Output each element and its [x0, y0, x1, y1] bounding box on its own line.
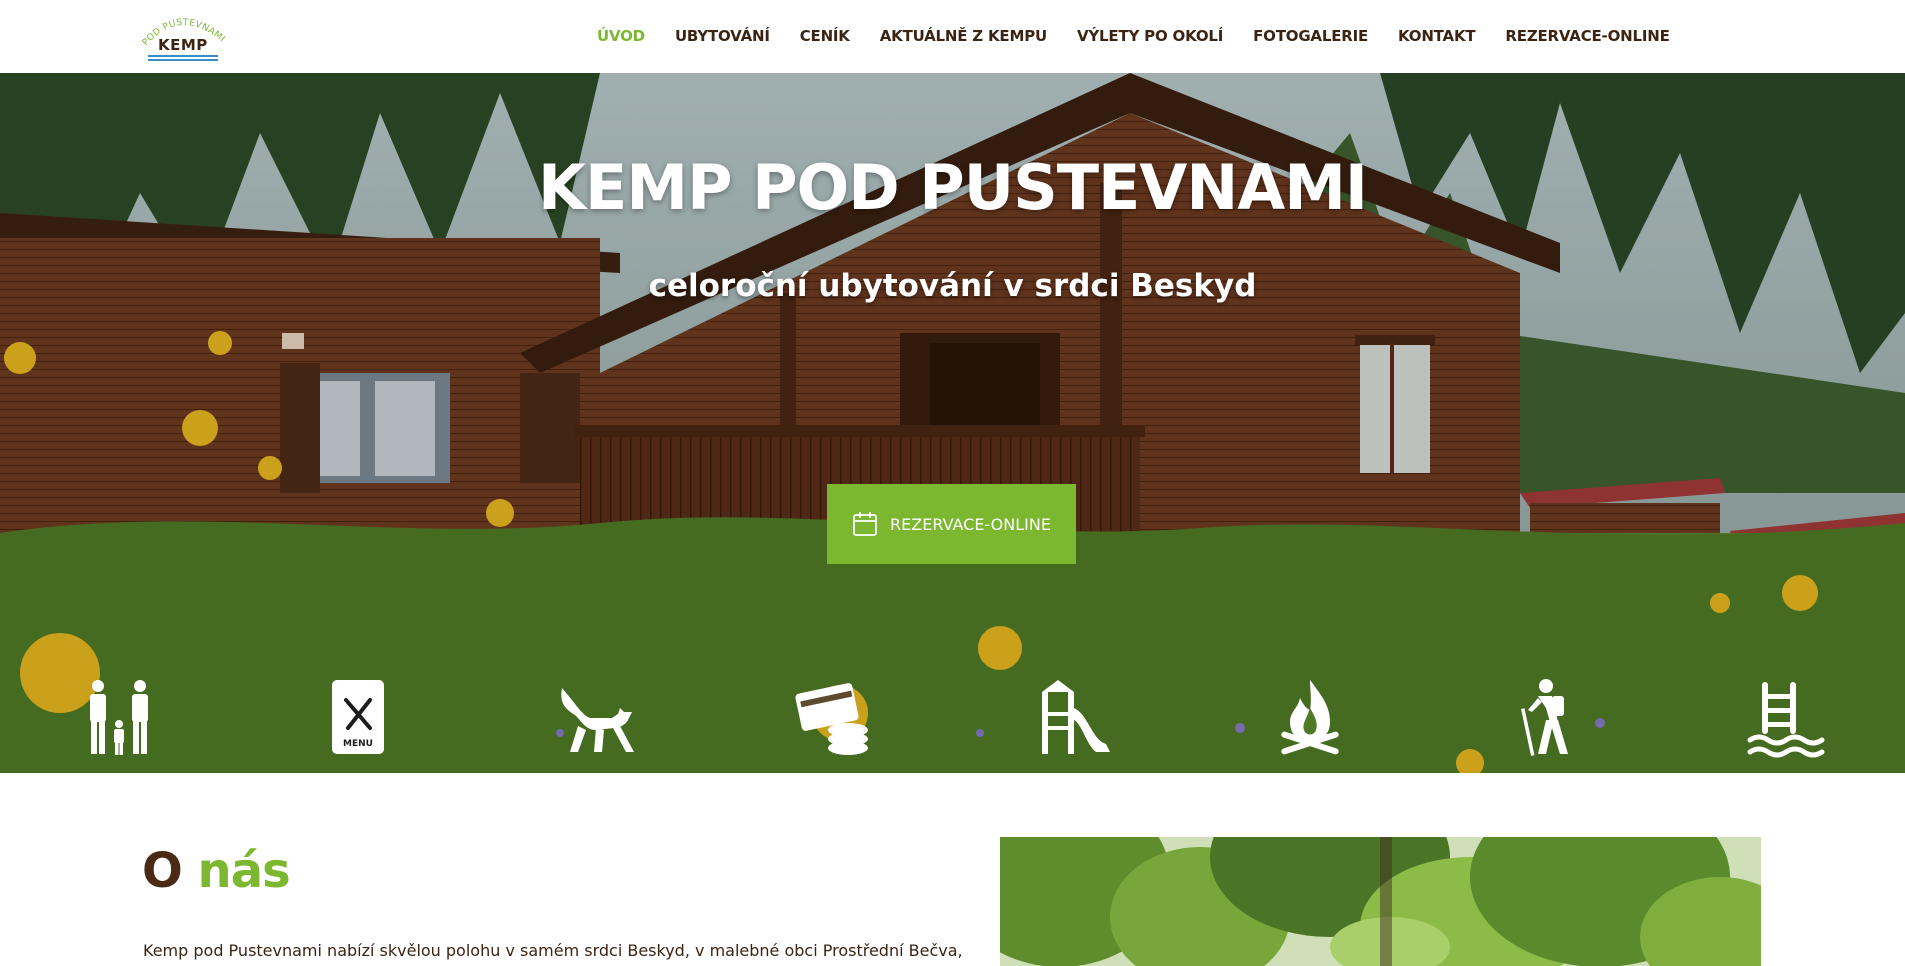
main-nav: ÚVOD UBYTOVÁNÍ CENÍK AKTUÁLNĚ Z KEMPU VÝ…	[597, 27, 1670, 49]
logo-underline	[148, 59, 218, 61]
swimming-pool-icon	[1747, 682, 1825, 758]
reservation-button-label: REZERVACE-ONLINE	[890, 514, 1051, 534]
about-heading-second: nás	[197, 843, 291, 899]
site-logo[interactable]: POD PUSTEVNAMI KEMP	[140, 12, 226, 64]
nav-item-aktualne[interactable]: AKTUÁLNĚ Z KEMPU	[880, 27, 1047, 49]
calendar-icon	[853, 512, 877, 536]
site-header: POD PUSTEVNAMI KEMP ÚVOD UBYTOVÁNÍ CENÍK…	[0, 0, 1905, 73]
nav-item-vylety[interactable]: VÝLETY PO OKOLÍ	[1077, 27, 1223, 49]
pets-cat-icon	[561, 688, 634, 752]
about-heading: O nás	[142, 843, 291, 899]
nav-item-cenik[interactable]: CENÍK	[800, 27, 850, 49]
restaurant-menu-icon: MENU	[332, 680, 384, 754]
hero-subtitle: celoroční ubytování v srdci Beskyd	[648, 268, 1257, 304]
svg-text:MENU: MENU	[343, 739, 373, 749]
about-forest-image	[1000, 837, 1761, 966]
nav-item-ubytovani[interactable]: UBYTOVÁNÍ	[675, 27, 770, 49]
nav-item-rezervace[interactable]: REZERVACE-ONLINE	[1505, 27, 1669, 49]
hero-section: KEMP POD PUSTEVNAMI celoroční ubytování …	[0, 73, 1905, 773]
logo-word: KEMP	[158, 36, 208, 54]
family-icon	[90, 680, 148, 755]
playground-slide-icon	[1042, 680, 1110, 754]
about-heading-first: O	[142, 843, 183, 899]
about-text: Kemp pod Pustevnami nabízí skvělou poloh…	[143, 941, 963, 960]
hero-title: KEMP POD PUSTEVNAMI	[537, 151, 1368, 224]
card-payment-icon	[795, 683, 868, 755]
reservation-button[interactable]: REZERVACE-ONLINE	[827, 484, 1076, 564]
amenities-row: MENU	[0, 678, 1905, 758]
nav-item-uvod[interactable]: ÚVOD	[597, 27, 645, 49]
nav-item-fotogalerie[interactable]: FOTOGALERIE	[1253, 27, 1368, 49]
logo-underline	[148, 55, 218, 57]
hiking-icon	[1521, 679, 1568, 756]
forest-photo	[1000, 837, 1761, 966]
campfire-icon	[1281, 680, 1339, 755]
nav-item-kontakt[interactable]: KONTAKT	[1398, 27, 1476, 49]
